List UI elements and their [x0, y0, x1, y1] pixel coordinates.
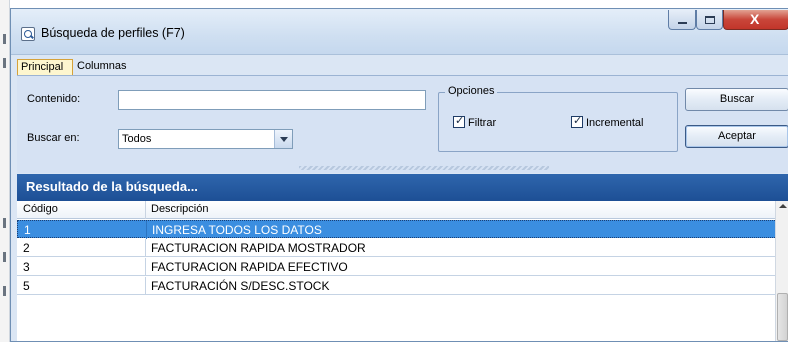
column-divider[interactable] [145, 201, 146, 219]
options-group: Opciones Filtrar Incremental [438, 85, 678, 152]
cell-descripcion: FACTURACIÓN S/DESC.STOCK [151, 279, 330, 293]
search-profiles-window: Búsqueda de perfiles (F7) X Principal Co… [10, 8, 788, 342]
grid-header: Código Descripción [17, 201, 781, 219]
edge-tick [3, 286, 6, 296]
incremental-label: Incremental [586, 117, 644, 129]
close-button[interactable]: X [723, 10, 788, 30]
incremental-checkbox[interactable]: Incremental [571, 114, 644, 129]
table-row[interactable]: 1 INGRESA TODOS LOS DATOS [17, 220, 781, 239]
maximize-button[interactable] [696, 10, 723, 30]
cell-codigo: 1 [24, 223, 31, 237]
search-panel: Contenido: Buscar en: Todos Opciones Fil… [17, 75, 788, 173]
maximize-icon [705, 16, 715, 24]
window-title: Búsqueda de perfiles (F7) [41, 26, 185, 40]
tab-principal[interactable]: Principal [17, 59, 73, 75]
scroll-up-icon[interactable] [779, 204, 787, 208]
checkbox-check-icon[interactable] [571, 114, 583, 128]
column-header-descripcion[interactable]: Descripción [151, 203, 208, 215]
contenido-input[interactable] [118, 90, 426, 110]
filtrar-label: Filtrar [468, 117, 497, 129]
edge-tick [3, 58, 6, 68]
buscar-en-label: Buscar en: [27, 132, 80, 144]
buscar-en-value: Todos [122, 133, 152, 145]
cell-divider [145, 239, 146, 257]
cell-divider [145, 277, 146, 295]
results-heading: Resultado de la búsqueda... [17, 174, 788, 201]
edge-tick [3, 218, 6, 228]
scroll-thumb[interactable] [777, 293, 788, 341]
tab-bar: Principal Columnas [11, 55, 788, 75]
cell-divider [146, 221, 147, 239]
table-row[interactable]: 5 FACTURACIÓN S/DESC.STOCK [17, 277, 781, 295]
column-header-codigo[interactable]: Código [23, 203, 58, 215]
cell-descripcion: FACTURACION RAPIDA MOSTRADOR [151, 241, 366, 255]
buscar-en-select[interactable]: Todos [118, 129, 293, 149]
cell-divider [145, 258, 146, 276]
contenido-label: Contenido: [27, 93, 81, 105]
cell-codigo: 3 [23, 260, 30, 274]
cell-descripcion: FACTURACION RAPIDA EFECTIVO [151, 260, 348, 274]
vertical-scrollbar[interactable] [775, 201, 788, 341]
aceptar-button[interactable]: Aceptar [685, 125, 788, 148]
edge-tick [3, 34, 6, 44]
buscar-button[interactable]: Buscar [685, 88, 788, 111]
table-row[interactable]: 3 FACTURACION RAPIDA EFECTIVO [17, 258, 781, 276]
results-grid: Código Descripción 1 INGRESA TODOS LOS D… [17, 201, 788, 341]
filtrar-checkbox[interactable]: Filtrar [453, 114, 497, 129]
search-profile-icon [21, 27, 35, 41]
cell-codigo: 2 [23, 241, 30, 255]
resize-grip[interactable] [299, 166, 549, 170]
cell-descripcion: INGRESA TODOS LOS DATOS [152, 223, 322, 237]
chevron-down-icon[interactable] [274, 130, 292, 148]
desktop-edge [0, 0, 10, 342]
title-bar[interactable]: Búsqueda de perfiles (F7) X [11, 9, 788, 55]
tab-columnas[interactable]: Columnas [74, 59, 134, 75]
cell-codigo: 5 [23, 279, 30, 293]
close-icon: X [750, 11, 760, 27]
checkbox-check-icon[interactable] [453, 114, 465, 128]
minimize-button[interactable] [668, 10, 696, 30]
options-legend: Opciones [445, 85, 498, 97]
minimize-icon [678, 22, 687, 24]
table-row[interactable]: 2 FACTURACION RAPIDA MOSTRADOR [17, 239, 781, 257]
edge-tick [3, 252, 6, 262]
